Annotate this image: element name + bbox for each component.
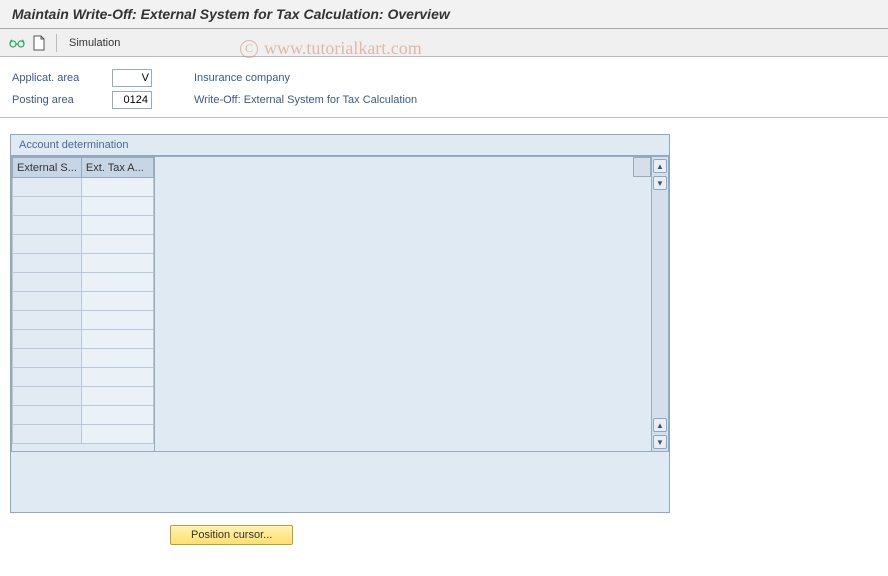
cell[interactable]: [81, 216, 153, 235]
grid-header-row: External S... Ext. Tax A...: [13, 158, 154, 178]
new-document-icon[interactable]: [30, 34, 48, 52]
col-external-s[interactable]: External S...: [13, 158, 82, 178]
vertical-scrollbar[interactable]: ▲ ▼ ▲ ▼: [651, 156, 669, 452]
cell[interactable]: [13, 368, 82, 387]
title-text: Maintain Write-Off: External System for …: [12, 6, 450, 22]
page-title: Maintain Write-Off: External System for …: [0, 0, 888, 29]
content-area: Account determination External S... Ext.…: [0, 118, 888, 555]
cell[interactable]: [81, 406, 153, 425]
table-row[interactable]: [13, 178, 154, 197]
applicat-area-row: Applicat. area Insurance company: [12, 67, 876, 89]
col-ext-tax-a[interactable]: Ext. Tax A...: [81, 158, 153, 178]
table-row[interactable]: [13, 349, 154, 368]
cell[interactable]: [13, 235, 82, 254]
cell[interactable]: [81, 387, 153, 406]
cell[interactable]: [13, 311, 82, 330]
cell[interactable]: [81, 254, 153, 273]
cell[interactable]: [81, 330, 153, 349]
table-row[interactable]: [13, 292, 154, 311]
cell[interactable]: [13, 216, 82, 235]
cell[interactable]: [81, 311, 153, 330]
table-row[interactable]: [13, 273, 154, 292]
table-row[interactable]: [13, 197, 154, 216]
table-row[interactable]: [13, 330, 154, 349]
table-row[interactable]: [13, 235, 154, 254]
cell[interactable]: [13, 349, 82, 368]
cell[interactable]: [13, 197, 82, 216]
cell[interactable]: [13, 406, 82, 425]
applicat-area-desc: Insurance company: [194, 72, 290, 84]
scroll-up-icon[interactable]: ▲: [653, 159, 667, 173]
glasses-icon[interactable]: [8, 34, 26, 52]
table-row[interactable]: [13, 311, 154, 330]
table-row[interactable]: [13, 425, 154, 444]
cell[interactable]: [81, 235, 153, 254]
toolbar-separator: [56, 34, 57, 52]
table-row[interactable]: [13, 254, 154, 273]
table-row[interactable]: [13, 406, 154, 425]
cell[interactable]: [81, 368, 153, 387]
cell[interactable]: [81, 178, 153, 197]
applicat-area-input[interactable]: [112, 69, 152, 87]
posting-area-label: Posting area: [12, 94, 112, 106]
cell[interactable]: [81, 292, 153, 311]
header-fields: Applicat. area Insurance company Posting…: [0, 57, 888, 118]
simulation-button[interactable]: Simulation: [65, 37, 124, 49]
cell[interactable]: [81, 197, 153, 216]
toolbar: Simulation: [0, 29, 888, 57]
table-row[interactable]: [13, 368, 154, 387]
scroll-down-icon[interactable]: ▼: [653, 435, 667, 449]
config-column-button[interactable]: [633, 157, 651, 177]
applicat-area-label: Applicat. area: [12, 72, 112, 84]
cell[interactable]: [13, 425, 82, 444]
table-row[interactable]: [13, 387, 154, 406]
grid-spacer: [155, 156, 651, 452]
scroll-up-icon[interactable]: ▲: [653, 418, 667, 432]
posting-area-row: Posting area Write-Off: External System …: [12, 89, 876, 111]
panel-body: External S... Ext. Tax A...: [11, 156, 669, 452]
posting-area-input[interactable]: [112, 91, 152, 109]
scroll-down-icon[interactable]: ▼: [653, 176, 667, 190]
position-cursor-button[interactable]: Position cursor...: [170, 525, 293, 545]
cell[interactable]: [81, 425, 153, 444]
account-determination-panel: Account determination External S... Ext.…: [10, 134, 670, 513]
cell[interactable]: [13, 292, 82, 311]
cell[interactable]: [81, 273, 153, 292]
cell[interactable]: [13, 273, 82, 292]
grid-table: External S... Ext. Tax A...: [12, 157, 154, 444]
table-row[interactable]: [13, 216, 154, 235]
cell[interactable]: [81, 349, 153, 368]
grid: External S... Ext. Tax A...: [11, 156, 155, 452]
panel-title: Account determination: [11, 135, 669, 156]
cell[interactable]: [13, 330, 82, 349]
cell[interactable]: [13, 178, 82, 197]
bottom-bar: Position cursor...: [10, 525, 878, 545]
cell[interactable]: [13, 254, 82, 273]
posting-area-desc: Write-Off: External System for Tax Calcu…: [194, 94, 417, 106]
cell[interactable]: [13, 387, 82, 406]
panel-footer: [11, 452, 669, 512]
